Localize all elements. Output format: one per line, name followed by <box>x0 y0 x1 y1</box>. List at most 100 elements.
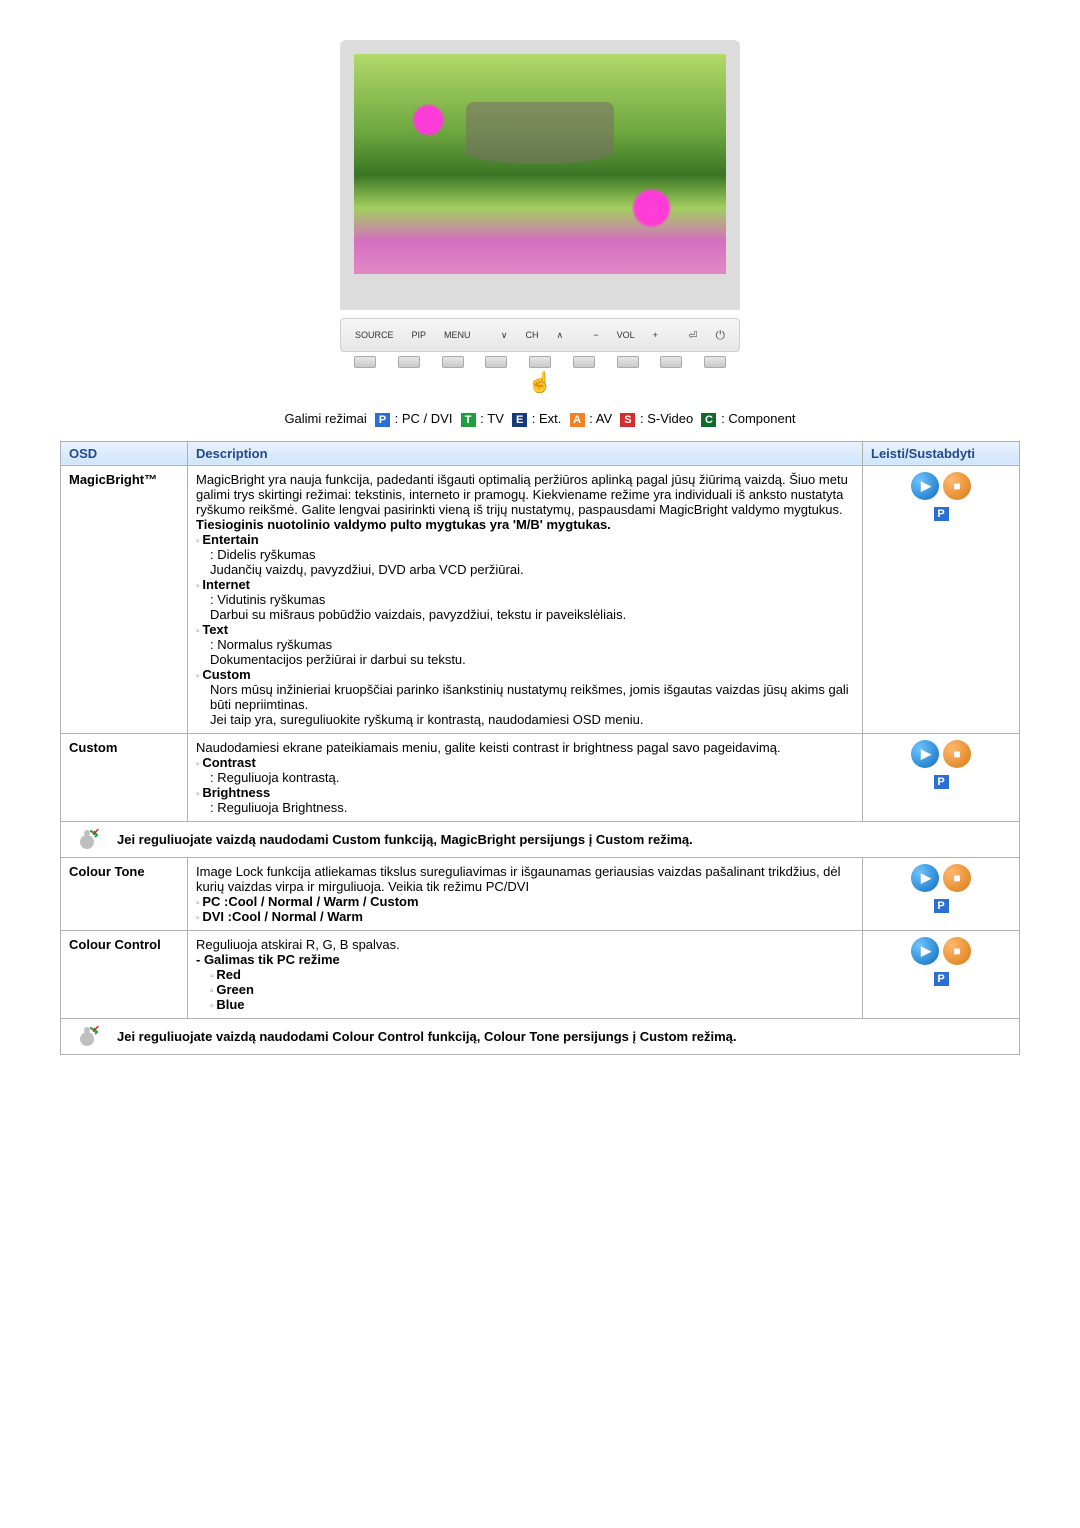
row-colour-tone: Colour Tone Image Lock funkcija atliekam… <box>61 857 1020 930</box>
colourcontrol-red: Red <box>210 967 854 982</box>
custom-line2: Jei taip yra, sureguliuokite ryškumą ir … <box>210 712 854 727</box>
hw-button[interactable] <box>529 356 551 368</box>
modes-legend: Galimi režimai P : PC / DVI T : TV E : E… <box>60 411 1020 427</box>
row-colour-control: Colour Control Reguliuoja atskirai R, G,… <box>61 930 1020 1018</box>
play-icon[interactable] <box>911 472 939 500</box>
header-play: Leisti/Sustabdyti <box>863 441 1020 465</box>
note1-text: Jei reguliuojate vaizdą naudodami Custom… <box>117 832 693 847</box>
header-osd: OSD <box>61 441 188 465</box>
hw-button[interactable] <box>354 356 376 368</box>
internet-line2: Darbui su mišraus pobūdžio vaizdais, pav… <box>210 607 854 622</box>
modes-label: Galimi režimai <box>284 411 366 426</box>
custom-heading: Custom <box>196 667 251 682</box>
hw-button[interactable] <box>704 356 726 368</box>
note2-text: Jei reguliuojate vaizdą naudodami Colour… <box>117 1029 737 1044</box>
custom-description: Naudodamiesi ekrane pateikiamais meniu, … <box>188 733 863 821</box>
row-custom: Custom Naudodamiesi ekrane pateikiamais … <box>61 733 1020 821</box>
hw-button[interactable] <box>442 356 464 368</box>
mode-badge-c: C <box>701 413 716 427</box>
colourcontrol-intro: Reguliuoja atskirai R, G, B spalvas. <box>196 937 400 952</box>
magicbright-media-cell: P <box>863 465 1020 733</box>
custom-name: Custom <box>61 733 188 821</box>
stop-icon[interactable] <box>943 472 971 500</box>
custom-line1: Nors mūsų inžinieriai kruopščiai parinko… <box>210 682 854 712</box>
mode-desc-e: : Ext. <box>532 411 562 426</box>
custom-media-cell: P <box>863 733 1020 821</box>
custom-intro: Naudodamiesi ekrane pateikiamais meniu, … <box>196 740 781 755</box>
ch-down-label[interactable]: ∨ <box>501 330 508 341</box>
magicbright-description: MagicBright yra nauja funkcija, padedant… <box>188 465 863 733</box>
colourcontrol-name: Colour Control <box>61 930 188 1018</box>
brightness-heading: Brightness <box>196 785 270 800</box>
text-heading: Text <box>196 622 228 637</box>
vol-minus-label[interactable]: − <box>593 330 598 340</box>
internet-heading: Internet <box>196 577 250 592</box>
colourtone-media-cell: P <box>863 857 1020 930</box>
svg-text:✔: ✔ <box>93 828 99 836</box>
internet-line1: : Vidutinis ryškumas <box>210 592 854 607</box>
mode-badge-p: P <box>375 413 390 427</box>
colourcontrol-blue: Blue <box>210 997 854 1012</box>
ch-up-label[interactable]: ∧ <box>556 330 563 341</box>
brightness-line1: : Reguliuoja Brightness. <box>210 800 854 815</box>
mode-badge-t: T <box>461 413 476 427</box>
colourcontrol-green: Green <box>210 982 854 997</box>
mode-desc-s: : S-Video <box>640 411 693 426</box>
mode-badge-e: E <box>512 413 527 427</box>
mode-desc-a: : AV <box>589 411 612 426</box>
row-magicbright: MagicBright™ MagicBright yra nauja funkc… <box>61 465 1020 733</box>
mode-badge-p: P <box>934 899 949 913</box>
mode-desc-t: : TV <box>480 411 504 426</box>
hw-button[interactable] <box>660 356 682 368</box>
entertain-line1: : Didelis ryškumas <box>210 547 854 562</box>
menu-button-label[interactable]: MENU <box>444 330 471 340</box>
pip-button-label[interactable]: PIP <box>412 330 427 340</box>
play-icon[interactable] <box>911 864 939 892</box>
power-icon[interactable] <box>715 328 725 343</box>
colourtone-description: Image Lock funkcija atliekamas tikslus s… <box>188 857 863 930</box>
mode-badge-p: P <box>934 775 949 789</box>
entertain-heading: Entertain <box>196 532 259 547</box>
text-line1: : Normalus ryškumas <box>210 637 854 652</box>
contrast-heading: Contrast <box>196 755 256 770</box>
vol-label: VOL <box>617 330 635 340</box>
magicbright-intro: MagicBright yra nauja funkcija, padedant… <box>196 472 848 517</box>
hw-button[interactable] <box>573 356 595 368</box>
header-description: Description <box>188 441 863 465</box>
monitor-illustration: SAMSUNG SOURCE PIP MENU ∨ CH ∧ − VOL + <box>60 40 1020 395</box>
colourtone-name: Colour Tone <box>61 857 188 930</box>
colourcontrol-media-cell: P <box>863 930 1020 1018</box>
stop-icon[interactable] <box>943 864 971 892</box>
mode-badge-a: A <box>570 413 585 427</box>
vol-plus-label[interactable]: + <box>653 330 658 340</box>
hw-button[interactable] <box>398 356 420 368</box>
play-icon[interactable] <box>911 740 939 768</box>
brand-label: SAMSUNG <box>354 290 726 300</box>
play-icon[interactable] <box>911 937 939 965</box>
entertain-line2: Judančių vaizdų, pavyzdžiui, DVD arba VC… <box>210 562 854 577</box>
mode-badge-s: S <box>620 413 635 427</box>
note-icon: ✔ <box>75 1025 99 1049</box>
colourcontrol-description: Reguliuoja atskirai R, G, B spalvas. - G… <box>188 930 863 1018</box>
hw-button[interactable] <box>617 356 639 368</box>
mode-desc-c: : Component <box>721 411 795 426</box>
table-header-row: OSD Description Leisti/Sustabdyti <box>61 441 1020 465</box>
magicbright-name: MagicBright™ <box>61 465 188 733</box>
mode-desc-p: : PC / DVI <box>395 411 453 426</box>
note-row-2: ✔ Jei reguliuojate vaizdą naudodami Colo… <box>61 1018 1020 1054</box>
colourcontrol-sub: - Galimas tik PC režime <box>196 952 340 967</box>
enter-icon[interactable] <box>688 329 697 342</box>
source-button-label[interactable]: SOURCE <box>355 330 394 340</box>
mode-badge-p: P <box>934 507 949 521</box>
magicbright-remote-hint: Tiesioginis nuotolinio valdymo pulto myg… <box>196 517 611 532</box>
stop-icon[interactable] <box>943 740 971 768</box>
text-line2: Dokumentacijos peržiūrai ir darbui su te… <box>210 652 854 667</box>
hw-button[interactable] <box>485 356 507 368</box>
colourtone-pc: PC :Cool / Normal / Warm / Custom <box>196 894 419 909</box>
colourtone-intro: Image Lock funkcija atliekamas tikslus s… <box>196 864 841 894</box>
osd-table: OSD Description Leisti/Sustabdyti MagicB… <box>60 441 1020 1055</box>
ch-label: CH <box>525 330 538 340</box>
colourtone-dvi: DVI :Cool / Normal / Warm <box>196 909 363 924</box>
stop-icon[interactable] <box>943 937 971 965</box>
physical-buttons-row <box>340 352 740 368</box>
